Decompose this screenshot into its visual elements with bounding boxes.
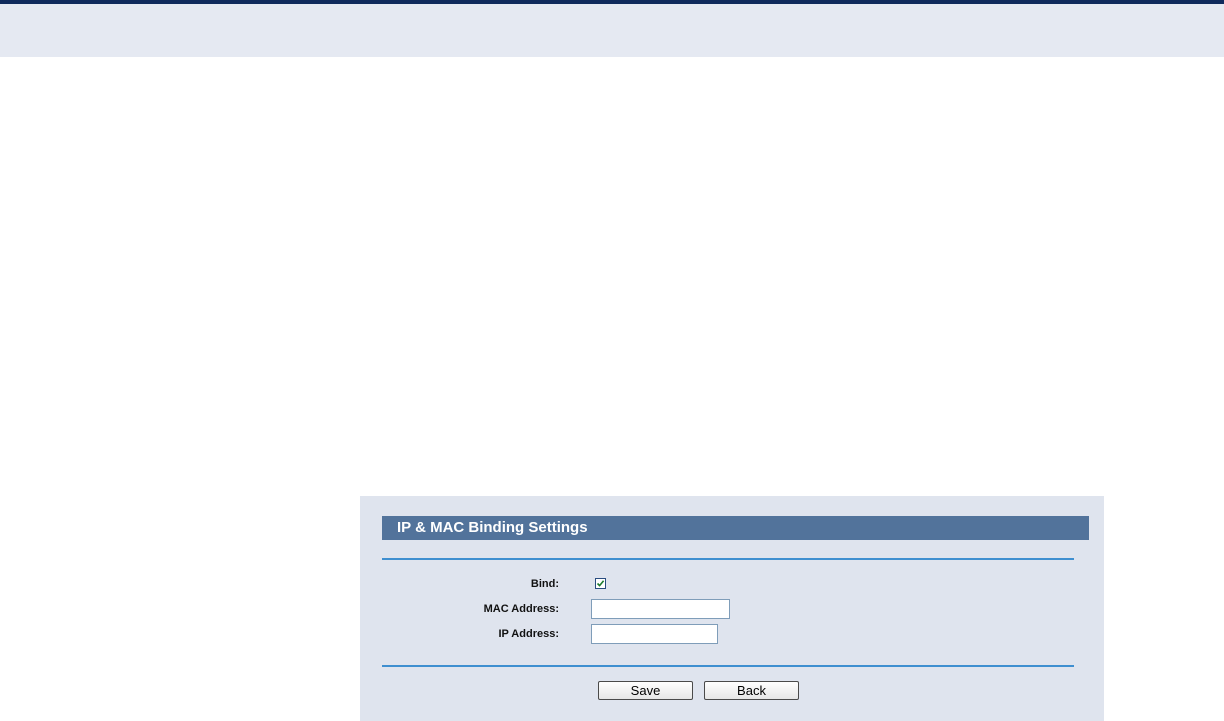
checkmark-icon (596, 580, 605, 587)
mac-address-label: MAC Address: (483, 603, 559, 615)
bind-checkbox[interactable] (595, 578, 606, 589)
ip-address-input[interactable] (591, 624, 718, 644)
header-band (0, 4, 1224, 57)
top-divider (382, 558, 1074, 560)
bottom-divider (382, 665, 1074, 667)
save-button[interactable]: Save (598, 681, 693, 700)
panel-title: IP & MAC Binding Settings (382, 516, 1089, 540)
mac-address-input[interactable] (591, 599, 730, 619)
bind-label: Bind: (530, 578, 559, 590)
ip-address-label: IP Address: (498, 628, 559, 640)
back-button[interactable]: Back (704, 681, 799, 700)
binding-settings-panel: IP & MAC Binding Settings Bind: MAC Addr… (360, 496, 1104, 721)
